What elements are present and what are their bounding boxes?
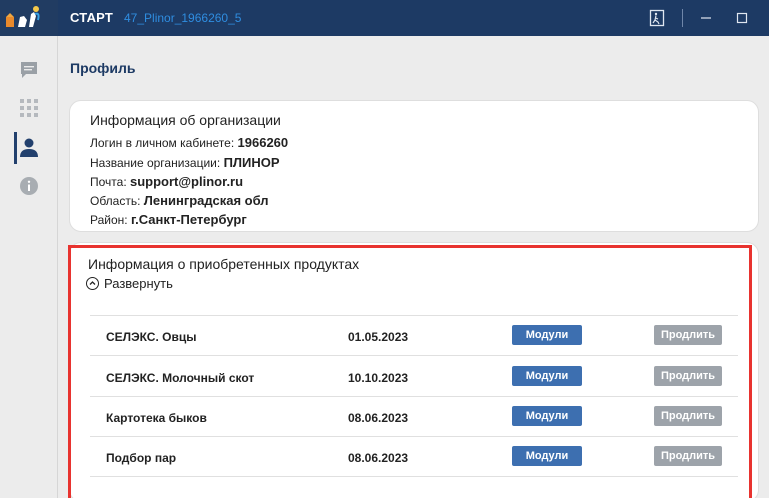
title-bar: СТАРТ 47_Plinor_1966260_5 — [0, 0, 769, 36]
maximize-icon[interactable] — [729, 6, 755, 30]
sidebar-item-messages[interactable] — [0, 50, 58, 90]
grid-icon — [20, 99, 38, 117]
chat-icon — [21, 62, 37, 78]
active-indicator — [14, 132, 17, 164]
highlight-frame — [68, 245, 752, 498]
email-value: support@plinor.ru — [130, 174, 244, 189]
district-label: Район: — [90, 213, 128, 227]
info-icon — [20, 177, 38, 195]
login-row: Логин в личном кабинете: 1966260 — [90, 135, 288, 150]
email-label: Почта: — [90, 175, 127, 189]
organization-card: Информация об организации Логин в личном… — [69, 100, 759, 232]
instance-id: 47_Plinor_1966260_5 — [124, 11, 242, 25]
district-row: Район: г.Санкт-Петербург — [90, 212, 247, 227]
titlebar-separator — [682, 9, 683, 27]
exit-icon[interactable] — [644, 6, 670, 30]
page-title: Профиль — [70, 60, 136, 76]
organization-card-title: Информация об организации — [90, 112, 281, 128]
login-value: 1966260 — [237, 135, 289, 150]
user-icon — [20, 138, 38, 157]
sidebar — [0, 36, 58, 498]
org-name-value: ПЛИНОР — [223, 155, 280, 170]
app-logo-icon — [0, 0, 58, 36]
region-label: Область: — [90, 194, 141, 208]
region-row: Область: Ленинградская обл — [90, 193, 269, 208]
region-value: Ленинградская обл — [143, 193, 269, 208]
login-label: Логин в личном кабинете: — [90, 136, 235, 150]
sidebar-item-apps[interactable] — [0, 88, 58, 128]
email-row: Почта: support@plinor.ru — [90, 174, 243, 189]
district-value: г.Санкт-Петербург — [130, 212, 247, 227]
org-name-row: Название организации: ПЛИНОР — [90, 155, 280, 170]
org-name-label: Название организации: — [90, 156, 221, 170]
window-controls — [634, 0, 769, 36]
minimize-icon[interactable] — [693, 6, 719, 30]
sidebar-item-about[interactable] — [0, 166, 58, 206]
sidebar-item-profile[interactable] — [0, 128, 58, 168]
app-title: СТАРТ — [70, 10, 114, 25]
